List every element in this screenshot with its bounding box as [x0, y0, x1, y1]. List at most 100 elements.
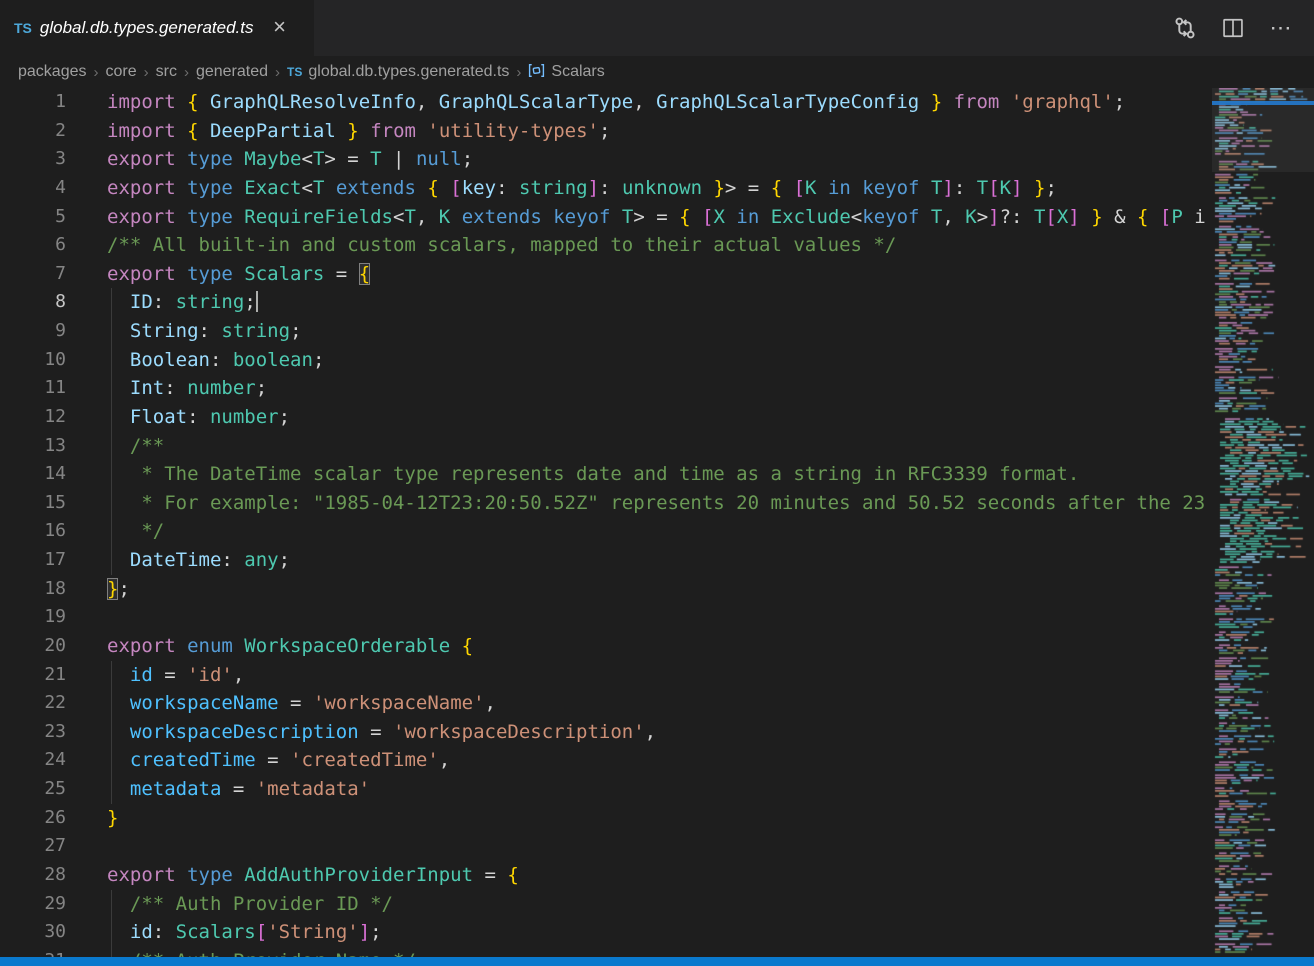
code-line[interactable]: 16 */	[0, 517, 1212, 546]
code-token: [	[702, 206, 713, 228]
close-icon[interactable]: ×	[268, 16, 292, 40]
code-token: > =	[324, 148, 370, 170]
code-token: ,	[416, 206, 439, 228]
code-token: extends	[336, 177, 416, 199]
breadcrumb-item-packages[interactable]: packages	[18, 63, 87, 81]
code-token: boolean	[233, 349, 313, 371]
code-line[interactable]: 23 workspaceDescription = 'workspaceDesc…	[0, 718, 1212, 747]
code-line[interactable]: 4export type Exact<T extends { [key: str…	[0, 174, 1212, 203]
code-line[interactable]: 19	[0, 603, 1212, 632]
breadcrumb-item-generated[interactable]: generated	[196, 63, 268, 81]
code-line[interactable]: 26}	[0, 804, 1212, 833]
code-token: ;	[313, 349, 324, 371]
code-token: =	[359, 721, 393, 743]
code-line[interactable]: 18};	[0, 575, 1212, 604]
code-line[interactable]: 12 Float: number;	[0, 403, 1212, 432]
code-token	[942, 91, 953, 113]
code-token: [	[794, 177, 805, 199]
breadcrumb-label: Scalars	[551, 63, 604, 81]
code-token	[450, 206, 461, 228]
code-editor[interactable]: 1import { GraphQLResolveInfo, GraphQLSca…	[0, 88, 1212, 957]
breadcrumb-item-core[interactable]: core	[106, 63, 137, 81]
line-number: 2	[0, 117, 66, 146]
code-token: X	[1057, 206, 1068, 228]
more-actions-icon[interactable]: ⋯	[1266, 13, 1296, 43]
code-token: }	[1034, 177, 1045, 199]
code-token: =	[221, 778, 255, 800]
code-token: 'workspaceDescription'	[393, 721, 645, 743]
line-number: 12	[0, 403, 66, 432]
breadcrumb-item-global-db-types-generated-ts[interactable]: TS global.db.types.generated.ts	[287, 63, 509, 81]
code-line[interactable]: 13 /**	[0, 432, 1212, 461]
code-line[interactable]: 5export type RequireFields<T, K extends …	[0, 203, 1212, 232]
line-number: 23	[0, 718, 66, 747]
code-token: unknown	[622, 177, 702, 199]
code-line[interactable]: 6/** All built-in and custom scalars, ma…	[0, 231, 1212, 260]
code-line[interactable]: 25 metadata = 'metadata'	[0, 775, 1212, 804]
code-token: {	[679, 206, 690, 228]
code-token: ?:	[1000, 206, 1034, 228]
code-token: ;	[279, 549, 290, 571]
code-line[interactable]: 2import { DeepPartial } from 'utility-ty…	[0, 117, 1212, 146]
indent-guide	[111, 288, 112, 317]
code-token: ]	[988, 206, 999, 228]
code-token: X	[713, 206, 724, 228]
code-token: workspaceName	[130, 692, 279, 714]
code-line[interactable]: 17 DateTime: any;	[0, 546, 1212, 575]
code-token: K	[965, 206, 976, 228]
code-line[interactable]: 27	[0, 832, 1212, 861]
ts-file-icon: TS	[287, 65, 302, 79]
open-changes-icon[interactable]	[1170, 13, 1200, 43]
code-token: [	[1045, 206, 1056, 228]
breadcrumb-item-scalars[interactable]: Scalars	[528, 63, 604, 81]
code-token: ]	[588, 177, 599, 199]
minimap[interactable]	[1212, 88, 1314, 957]
code-token: workspaceDescription	[130, 721, 359, 743]
line-number: 9	[0, 317, 66, 346]
code-token	[542, 206, 553, 228]
code-line[interactable]: 20export enum WorkspaceOrderable {	[0, 632, 1212, 661]
code-token	[610, 206, 621, 228]
code-token: /** All built-in and custom scalars, map…	[107, 234, 896, 256]
code-line[interactable]: 24 createdTime = 'createdTime',	[0, 746, 1212, 775]
line-number: 18	[0, 575, 66, 604]
code-line[interactable]: 9 String: string;	[0, 317, 1212, 346]
code-token: }	[107, 578, 118, 600]
code-token: RequireFields	[244, 206, 393, 228]
breadcrumb-separator-icon: ›	[516, 64, 521, 81]
split-editor-icon[interactable]	[1218, 13, 1248, 43]
code-line[interactable]: 7export type Scalars = {	[0, 260, 1212, 289]
code-line[interactable]: 31 /** Auth Provider Name */	[0, 947, 1212, 957]
code-token: id	[130, 664, 153, 686]
code-line[interactable]: 10 Boolean: boolean;	[0, 346, 1212, 375]
breadcrumb-label: global.db.types.generated.ts	[308, 63, 509, 81]
code-line[interactable]: 29 /** Auth Provider ID */	[0, 890, 1212, 919]
code-line[interactable]: 1import { GraphQLResolveInfo, GraphQLSca…	[0, 88, 1212, 117]
code-token: ;	[462, 148, 473, 170]
code-line[interactable]: 8 ID: string;	[0, 288, 1212, 317]
code-token: P	[1171, 206, 1182, 228]
line-number: 25	[0, 775, 66, 804]
code-line[interactable]: 3export type Maybe<T> = T | null;	[0, 145, 1212, 174]
code-token: type	[187, 177, 244, 199]
code-token	[1080, 206, 1091, 228]
code-token: &	[1103, 206, 1137, 228]
code-token: /**	[107, 435, 164, 457]
code-token: ,	[942, 206, 965, 228]
breadcrumb-item-src[interactable]: src	[156, 63, 177, 81]
code-line[interactable]: 14 * The DateTime scalar type represents…	[0, 460, 1212, 489]
code-token: }	[347, 120, 358, 142]
code-token: }	[931, 91, 942, 113]
code-line[interactable]: 30 id: Scalars['String'];	[0, 918, 1212, 947]
breadcrumb-label: generated	[196, 63, 268, 81]
code-line[interactable]: 28export type AddAuthProviderInput = {	[0, 861, 1212, 890]
code-token: <	[301, 148, 312, 170]
code-token: key	[462, 177, 496, 199]
code-line[interactable]: 11 Int: number;	[0, 374, 1212, 403]
code-token: ,	[416, 91, 439, 113]
code-line[interactable]: 22 workspaceName = 'workspaceName',	[0, 689, 1212, 718]
tab-global-db-types[interactable]: TS global.db.types.generated.ts ×	[0, 0, 314, 56]
code-line[interactable]: 15 * For example: "1985-04-12T23:20:50.5…	[0, 489, 1212, 518]
code-line[interactable]: 21 id = 'id',	[0, 661, 1212, 690]
code-token: export	[107, 263, 187, 285]
